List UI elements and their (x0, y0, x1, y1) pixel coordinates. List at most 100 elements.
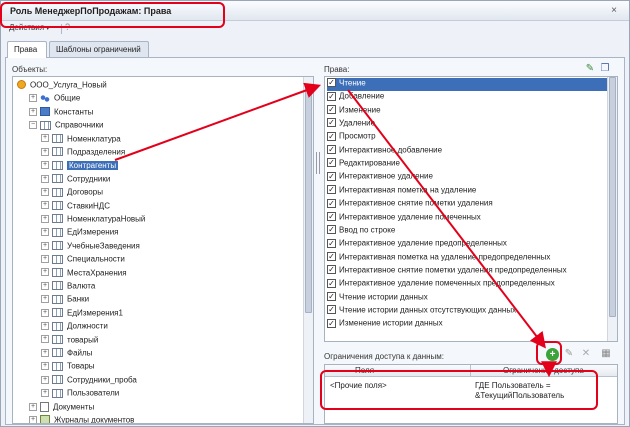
expand-icon[interactable]: + (41, 147, 49, 156)
right-item[interactable]: ✓ Добавление (327, 91, 384, 104)
tree-item-2[interactable]: − Справочники (29, 120, 103, 133)
expand-icon[interactable]: + (41, 348, 49, 357)
right-checkbox[interactable]: ✓ (327, 265, 336, 275)
expand-icon[interactable]: + (41, 134, 49, 143)
right-item[interactable]: ✓ Интерактивное удаление помеченных (327, 211, 481, 225)
objects-scrollbar-thumb[interactable] (305, 87, 312, 313)
right-checkbox[interactable]: ✓ (327, 198, 336, 208)
pane-splitter[interactable] (316, 152, 320, 174)
check-all-icon[interactable]: ✎ (584, 63, 596, 75)
right-item[interactable]: ✓ Ввод по строке (327, 225, 395, 238)
expand-icon[interactable]: + (29, 415, 37, 423)
catalog-item[interactable]: + МестаХранения (41, 267, 127, 281)
right-checkbox[interactable]: ✓ (327, 145, 336, 155)
catalog-item[interactable]: + Сотрудники (41, 174, 110, 187)
right-checkbox[interactable]: ✓ (327, 238, 336, 248)
right-item[interactable]: ✓ Чтение истории данных отсутствующих дан… (327, 305, 516, 318)
catalog-item[interactable]: + УчебныеЗаведения (41, 241, 140, 254)
catalog-item[interactable]: + ЕдИзмерения1 (41, 308, 123, 321)
right-item[interactable]: ✓ Интерактивное снятие пометки удаления п… (327, 265, 567, 278)
expand-icon[interactable]: + (41, 335, 49, 344)
right-checkbox[interactable]: ✓ (327, 251, 336, 261)
right-checkbox[interactable]: ✓ (327, 158, 336, 168)
right-checkbox[interactable]: ✓ (327, 318, 336, 328)
expand-icon[interactable]: + (41, 295, 49, 304)
catalog-item[interactable]: + Контрагенты (41, 160, 119, 173)
right-item[interactable]: ✓ Интерактивное удаление предопределенных (327, 238, 507, 251)
expand-icon[interactable]: + (41, 214, 49, 223)
rights-list[interactable]: ✓ Чтение ✓ Добавление ✓ Изменение ✓ Удаление ✓ Пр… (324, 76, 618, 342)
tree-item-1[interactable]: + Константы (29, 107, 93, 120)
catalog-item[interactable]: + Подразделения (41, 147, 125, 160)
expand-icon[interactable]: + (41, 188, 49, 197)
catalog-item[interactable]: + Должности (41, 321, 108, 334)
right-item[interactable]: ✓ Интерактивная пометка на удаление (327, 185, 476, 198)
right-checkbox[interactable]: ✓ (327, 185, 336, 195)
right-item[interactable]: ✓ Интерактивная пометка на удаление предо… (327, 251, 550, 265)
right-item[interactable]: ✓ Удаление (327, 118, 375, 131)
catalog-item[interactable]: + Валюта (41, 281, 95, 294)
catalog-item[interactable]: + ЕдИзмерения (41, 227, 119, 240)
catalog-item[interactable]: + Номенклатура (41, 133, 121, 147)
right-checkbox[interactable]: ✓ (327, 211, 336, 221)
right-item[interactable]: ✓ Редактирование (327, 158, 400, 171)
catalog-item[interactable]: + Файлы (41, 348, 92, 361)
tree-bottom-item-1[interactable]: + Журналы документов (29, 415, 134, 423)
rights-scrollbar-thumb[interactable] (609, 77, 616, 317)
expand-icon[interactable]: + (41, 375, 49, 384)
catalog-item[interactable]: + НоменклатураНовый (41, 214, 145, 227)
delete-icon[interactable]: ✕ (580, 348, 592, 360)
right-checkbox[interactable]: ✓ (327, 78, 336, 88)
catalog-item[interactable]: + Договоры (41, 187, 103, 200)
right-item[interactable]: ✓ Интерактивное снятие пометки удаления (327, 198, 493, 211)
tree-bottom-item-0[interactable]: + Документы (29, 401, 94, 415)
expand-icon[interactable]: + (41, 241, 49, 250)
right-item[interactable]: ✓ Интерактивное удаление (327, 171, 433, 184)
expand-icon[interactable]: + (29, 402, 37, 411)
right-item[interactable]: ✓ Изменение (327, 105, 381, 118)
expand-icon[interactable]: + (41, 161, 49, 170)
expand-icon[interactable]: + (41, 281, 49, 290)
right-item[interactable]: ✓ Интерактивное удаление помеченных предо… (327, 278, 555, 291)
expand-icon[interactable]: + (41, 308, 49, 317)
expand-icon[interactable]: + (41, 228, 49, 237)
expand-icon[interactable]: − (29, 121, 37, 130)
catalog-item[interactable]: + Сотрудники_проба (41, 375, 137, 388)
expand-icon[interactable]: + (41, 201, 49, 210)
right-item[interactable]: ✓ Интерактивное добавление (327, 145, 442, 158)
rights-scrollbar[interactable] (607, 77, 617, 341)
catalog-item[interactable]: + СтавкиНДС (41, 200, 110, 214)
expand-icon[interactable]: + (41, 268, 49, 277)
right-item[interactable]: ✓ Чтение (327, 78, 615, 91)
right-checkbox[interactable]: ✓ (327, 305, 336, 315)
expand-icon[interactable]: + (41, 389, 49, 398)
tree-item-0[interactable]: + Общие (29, 93, 80, 106)
expand-icon[interactable]: + (41, 322, 49, 331)
expand-icon[interactable]: + (29, 107, 37, 116)
expand-icon[interactable]: + (41, 174, 49, 183)
objects-tree[interactable]: ООО_Услуга_Новый + Общие + Константы − Справоч… (12, 76, 314, 424)
tree-root[interactable]: ООО_Услуга_Новый (17, 80, 107, 93)
catalog-item[interactable]: + Товары (41, 361, 95, 374)
tab-restriction-templates[interactable]: Шаблоны ограничений (49, 41, 149, 57)
right-checkbox[interactable]: ✓ (327, 278, 336, 288)
right-checkbox[interactable]: ✓ (327, 118, 336, 128)
close-icon[interactable]: × (611, 5, 617, 16)
right-checkbox[interactable]: ✓ (327, 131, 336, 141)
expand-icon[interactable]: + (41, 362, 49, 371)
catalog-item[interactable]: + товарый (41, 334, 98, 348)
tab-rights[interactable]: Права (7, 41, 47, 58)
right-item[interactable]: ✓ Чтение истории данных (327, 291, 428, 305)
constructor-icon[interactable]: ▦ (600, 348, 612, 360)
edit-icon[interactable]: ✎ (563, 348, 575, 360)
expand-icon[interactable]: + (29, 94, 37, 103)
right-checkbox[interactable]: ✓ (327, 105, 336, 115)
objects-scrollbar[interactable] (303, 77, 313, 423)
right-checkbox[interactable]: ✓ (327, 171, 336, 181)
catalog-item[interactable]: + Пользователи (41, 388, 119, 401)
expand-icon[interactable]: + (41, 255, 49, 264)
right-checkbox[interactable]: ✓ (327, 291, 336, 301)
right-checkbox[interactable]: ✓ (327, 225, 336, 235)
copy-icon[interactable]: ❐ (599, 63, 611, 75)
catalog-item[interactable]: + Специальности (41, 254, 125, 267)
